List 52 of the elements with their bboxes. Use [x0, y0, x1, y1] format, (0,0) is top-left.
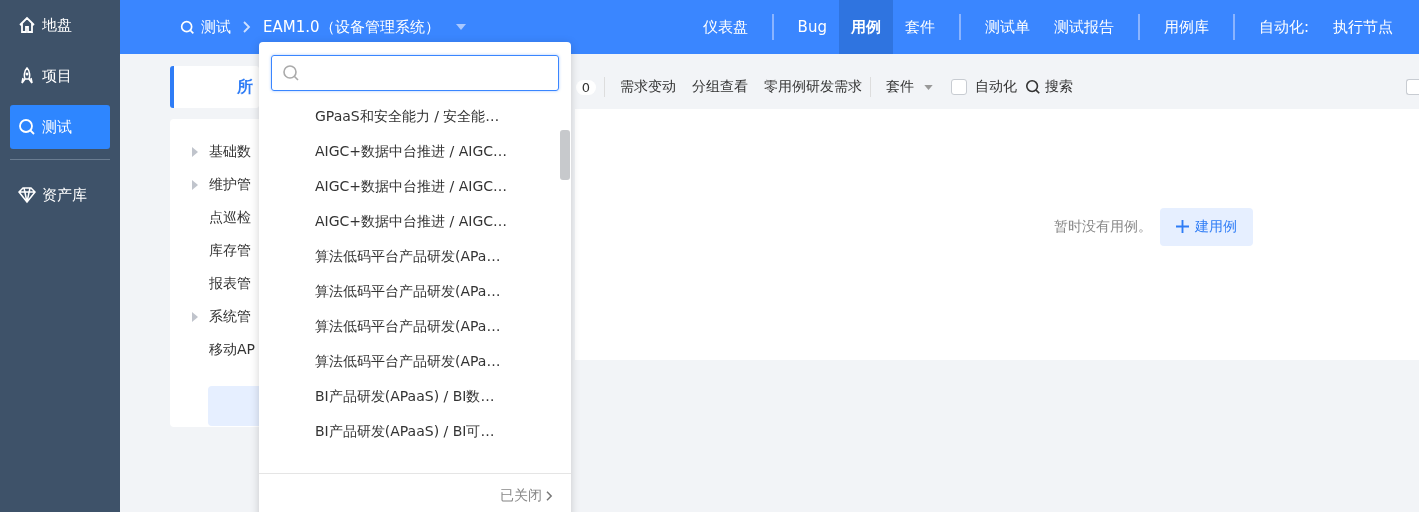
checkbox[interactable]: [1406, 79, 1419, 95]
tree-item[interactable]: 基础数: [209, 142, 251, 161]
toolbar-link[interactable]: 零用例研发需求: [764, 78, 862, 96]
dropdown-item[interactable]: AIGC+数据中台推进 / AIGC…: [259, 204, 571, 239]
gem-icon: [18, 186, 36, 204]
tree-item[interactable]: 移动AP: [209, 340, 256, 359]
dropdown-item[interactable]: 算法低码平台产品研发(APa…: [259, 309, 571, 344]
tree-item[interactable]: 维护管: [209, 175, 251, 194]
dropdown-item[interactable]: BI产品研发(APaaS) / BI可…: [259, 414, 571, 449]
suite-menu[interactable]: 套件: [886, 78, 914, 96]
nav-tab[interactable]: 用例: [838, 0, 893, 54]
home-icon: [18, 16, 36, 34]
chevron-right-icon: [243, 21, 251, 33]
chevron-right-icon: [546, 491, 553, 501]
tree-item[interactable]: 报表管: [209, 274, 251, 293]
closed-link[interactable]: 已关闭: [500, 487, 542, 505]
sidebar-item[interactable]: 项目: [10, 54, 110, 98]
plus-icon: [1176, 220, 1189, 233]
sidebar-item[interactable]: 测试: [10, 105, 110, 149]
checkbox[interactable]: [951, 79, 967, 95]
expand-arrow-icon[interactable]: [192, 146, 198, 157]
dropdown-item[interactable]: BI产品研发(APaaS) / BI数…: [259, 379, 571, 414]
tab[interactable]: 所: [237, 76, 253, 98]
dropdown-item[interactable]: GPaaS和安全能力 / 安全能…: [259, 99, 571, 134]
search-icon: [180, 19, 195, 35]
dropdown-item[interactable]: AIGC+数据中台推进 / AIGC…: [259, 134, 571, 169]
toolbar-link[interactable]: 分组查看: [692, 78, 748, 96]
search-icon: [282, 64, 300, 82]
rocket-icon: [18, 67, 36, 85]
dropdown-item[interactable]: 算法低码平台产品研发(APa…: [259, 239, 571, 274]
search-icon: [18, 118, 36, 136]
caret-down-icon: [924, 84, 933, 90]
search-field[interactable]: [271, 55, 559, 91]
toolbar-link[interactable]: 需求变动: [620, 78, 676, 96]
checkbox-label: 自动化: [975, 78, 1017, 96]
sidebar-item[interactable]: 地盘: [10, 3, 110, 47]
search-link[interactable]: 搜索: [1045, 78, 1073, 96]
expand-arrow-icon[interactable]: [192, 311, 198, 322]
dropdown-item[interactable]: AIGC+数据中台推进 / AIGC…: [259, 169, 571, 204]
empty-message: 暂时没有用例。: [1054, 217, 1152, 236]
search-icon: [1025, 79, 1041, 95]
tree-item[interactable]: 库存管: [209, 241, 251, 260]
dropdown-item[interactable]: 算法低码平台产品研发(APa…: [259, 274, 571, 309]
tree-item[interactable]: 点巡检: [209, 208, 251, 227]
caret-down-icon: [455, 24, 466, 30]
dropdown-item[interactable]: 算法低码平台产品研发(APa…: [259, 344, 571, 379]
sidebar-item[interactable]: 资产库: [10, 173, 110, 217]
create-case-button[interactable]: 建用例: [1160, 207, 1253, 246]
expand-arrow-icon[interactable]: [192, 179, 198, 190]
scrollbar-thumb[interactable]: [560, 130, 570, 180]
count-badge: 0: [576, 79, 596, 95]
tree-item[interactable]: 系统管: [209, 307, 251, 326]
